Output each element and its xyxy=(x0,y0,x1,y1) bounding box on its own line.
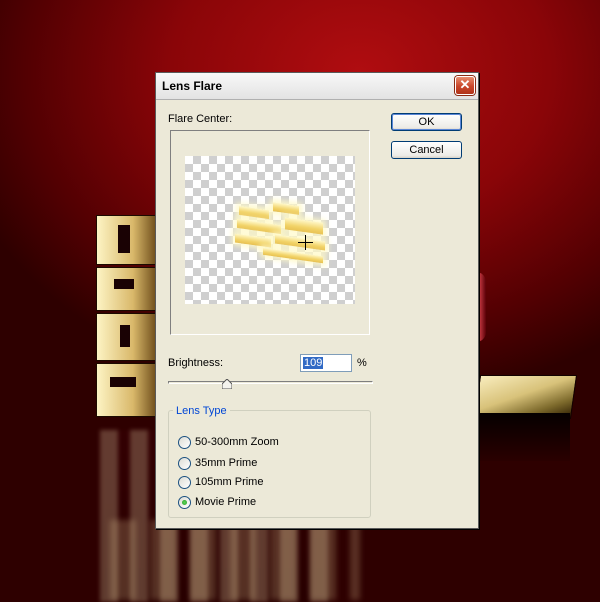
brightness-slider[interactable] xyxy=(168,381,373,384)
brightness-value: 109 xyxy=(303,357,324,369)
title-bar[interactable]: Lens Flare ✕ xyxy=(156,73,478,100)
radio-label: 50-300mm Zoom xyxy=(195,436,279,448)
close-button[interactable]: ✕ xyxy=(455,76,475,95)
brightness-input[interactable]: 109 xyxy=(300,354,352,372)
close-icon: ✕ xyxy=(459,77,471,92)
lens-type-legend: Lens Type xyxy=(173,405,230,417)
slider-thumb-icon[interactable] xyxy=(222,379,233,389)
radio-button-icon[interactable] xyxy=(178,476,191,489)
brightness-unit: % xyxy=(357,357,367,369)
crosshair-icon[interactable] xyxy=(298,235,313,250)
flare-center-preview[interactable] xyxy=(170,130,370,335)
ok-button[interactable]: OK xyxy=(391,113,462,131)
flare-center-label: Flare Center: xyxy=(168,113,233,125)
preview-text-artwork xyxy=(233,202,331,274)
lens-flare-dialog: Lens Flare ✕ Flare Center: OK Cancel Bri… xyxy=(155,72,479,529)
radio-button-icon[interactable] xyxy=(178,457,191,470)
radio-button-icon[interactable] xyxy=(178,496,191,509)
radio-label: 105mm Prime xyxy=(195,476,264,488)
background-3d-text-left xyxy=(96,215,158,417)
radio-label: Movie Prime xyxy=(195,496,257,508)
radio-label: 35mm Prime xyxy=(195,457,258,469)
preview-image[interactable] xyxy=(185,156,355,304)
cancel-button[interactable]: Cancel xyxy=(391,141,462,159)
brightness-label: Brightness: xyxy=(168,357,224,369)
dialog-title: Lens Flare xyxy=(162,79,223,93)
background-3d-slab-edge xyxy=(478,413,570,461)
background-reflection-lower xyxy=(110,520,360,600)
radio-button-icon[interactable] xyxy=(178,436,191,449)
